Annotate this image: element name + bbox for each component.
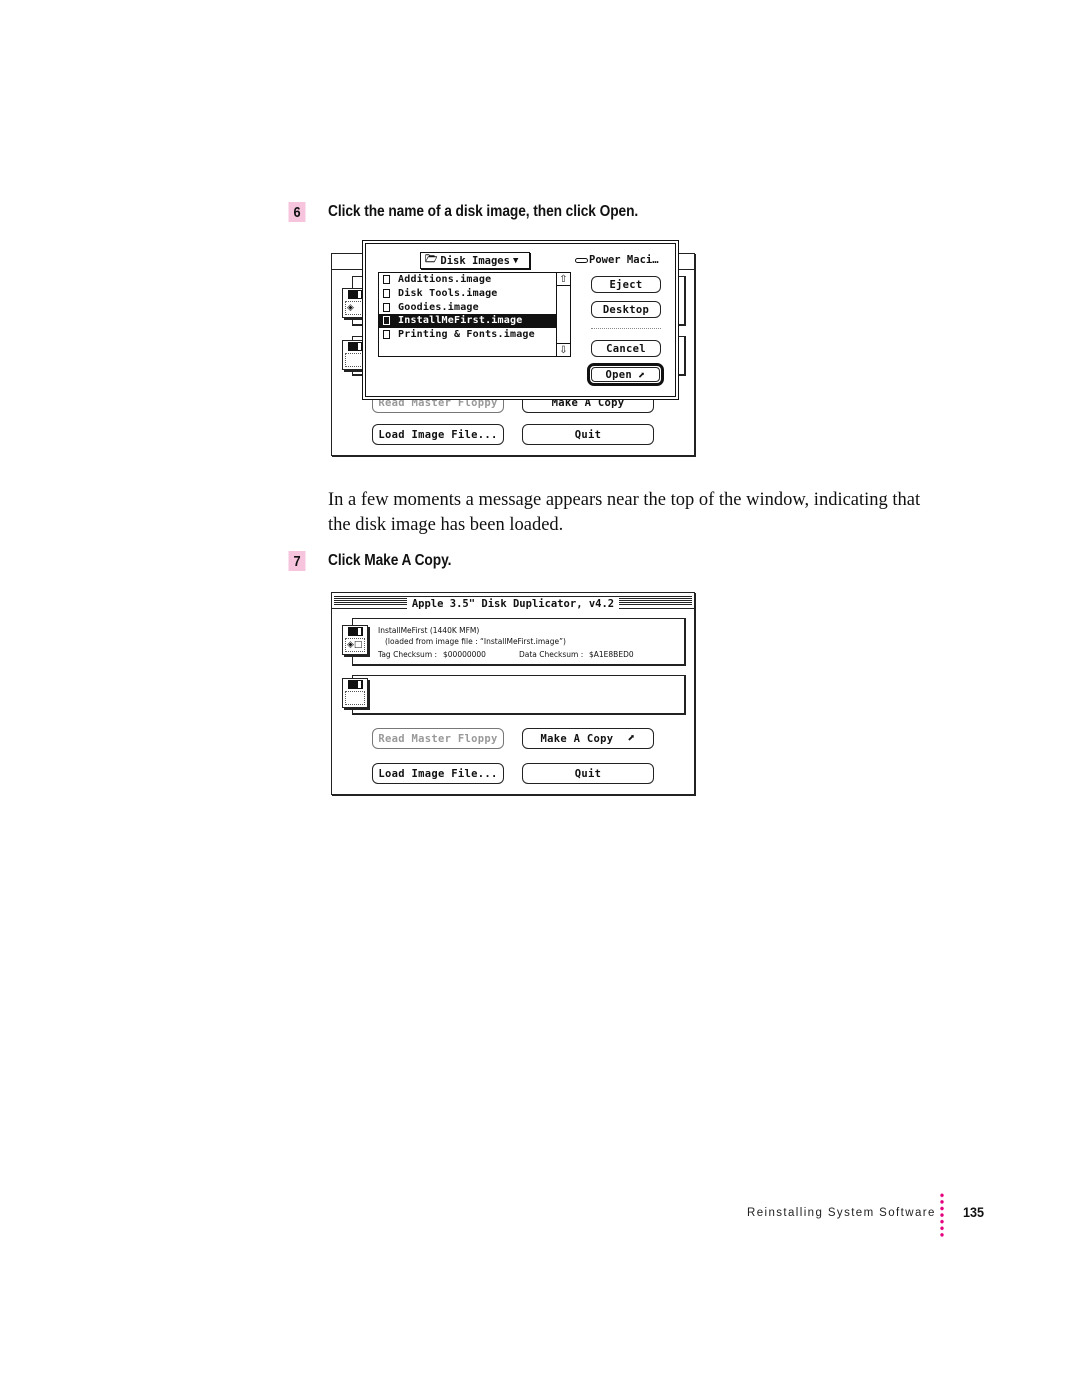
file-item[interactable]: Goodies.image [379,300,557,314]
data-checksum-label: Data Checksum : [519,650,584,659]
folder-icon: 🗁 [425,254,438,265]
data-checksum-value: $A1E8BED0 [589,650,634,659]
read-master-floppy-button[interactable]: Read Master Floppy [372,728,504,749]
scrollbar[interactable]: ⇧ ⇩ [556,273,570,356]
floppy-stack-icon [342,678,368,708]
folder-popup-menu[interactable]: 🗁 Disk Images ▼ [420,252,530,269]
open-button[interactable]: Open ⬈ [591,367,660,382]
chevron-down-icon: ▼ [512,255,519,266]
quit-button[interactable]: Quit [522,424,654,445]
window-title: Apple 3.5" Disk Duplicator, v4.2 [406,598,620,610]
tag-checksum-label: Tag Checksum : [378,650,438,659]
duplicator-window: Apple 3.5" Disk Duplicator, v4.2 ◈□ Inst… [331,592,695,795]
document-icon [383,275,390,285]
step-number: 6 [288,202,306,222]
disk-icon [575,257,588,263]
scroll-up-arrow-icon[interactable]: ⇧ [557,273,570,286]
document-icon [383,316,390,326]
document-icon [383,289,390,299]
step-6: 6 Click the name of a disk image, then c… [287,202,638,222]
folder-popup-label: Disk Images [440,254,510,267]
scroll-down-arrow-icon[interactable]: ⇩ [557,343,570,356]
quit-button[interactable]: Quit [522,763,654,784]
file-list[interactable]: Additions.image Disk Tools.image Goodies… [378,272,571,357]
body-paragraph: In a few moments a message appears near … [328,490,921,535]
load-image-file-button[interactable]: Load Image File... [372,424,504,445]
step-instruction: Click Make A Copy. [328,552,452,569]
divider [591,328,661,329]
cursor-arrow-icon: ⬈ [627,731,636,746]
loaded-from-text: (loaded from image file : “InstallMeFirs… [385,637,566,646]
step-number: 7 [288,551,306,571]
destination-panel [352,675,686,715]
disk-name: InstallMeFirst (1440K MFM) [378,626,480,635]
step-instruction: Click the name of a disk image, then cli… [328,203,639,220]
open-file-dialog: 🗁 Disk Images ▼ Power Maci… Additions.im… [362,240,679,400]
tag-checksum-value: $00000000 [443,650,486,659]
load-image-file-button[interactable]: Load Image File... [372,763,504,784]
dotted-divider [940,1192,944,1238]
file-item[interactable]: Printing & Fonts.image [379,328,557,342]
file-item[interactable]: Disk Tools.image [379,287,557,301]
desktop-button[interactable]: Desktop [591,301,661,318]
section-title: Reinstalling System Software [747,1207,936,1219]
document-icon [383,302,390,312]
cursor-arrow-icon: ⬈ [637,367,646,382]
step-7: 7 Click Make A Copy. [287,551,451,571]
file-item[interactable]: Additions.image [379,273,557,287]
make-a-copy-button[interactable]: Make A Copy ⬈ [522,728,654,749]
file-item-selected[interactable]: InstallMeFirst.image [379,314,557,328]
page-number: 135 [963,1204,985,1220]
document-icon [383,330,390,340]
cancel-button[interactable]: Cancel [591,340,661,357]
title-bar[interactable]: Apple 3.5" Disk Duplicator, v4.2 [332,593,694,610]
floppy-disk-icon: ◈□ [342,625,368,655]
eject-button[interactable]: Eject [591,276,661,293]
volume-name: Power Maci… [575,254,659,266]
